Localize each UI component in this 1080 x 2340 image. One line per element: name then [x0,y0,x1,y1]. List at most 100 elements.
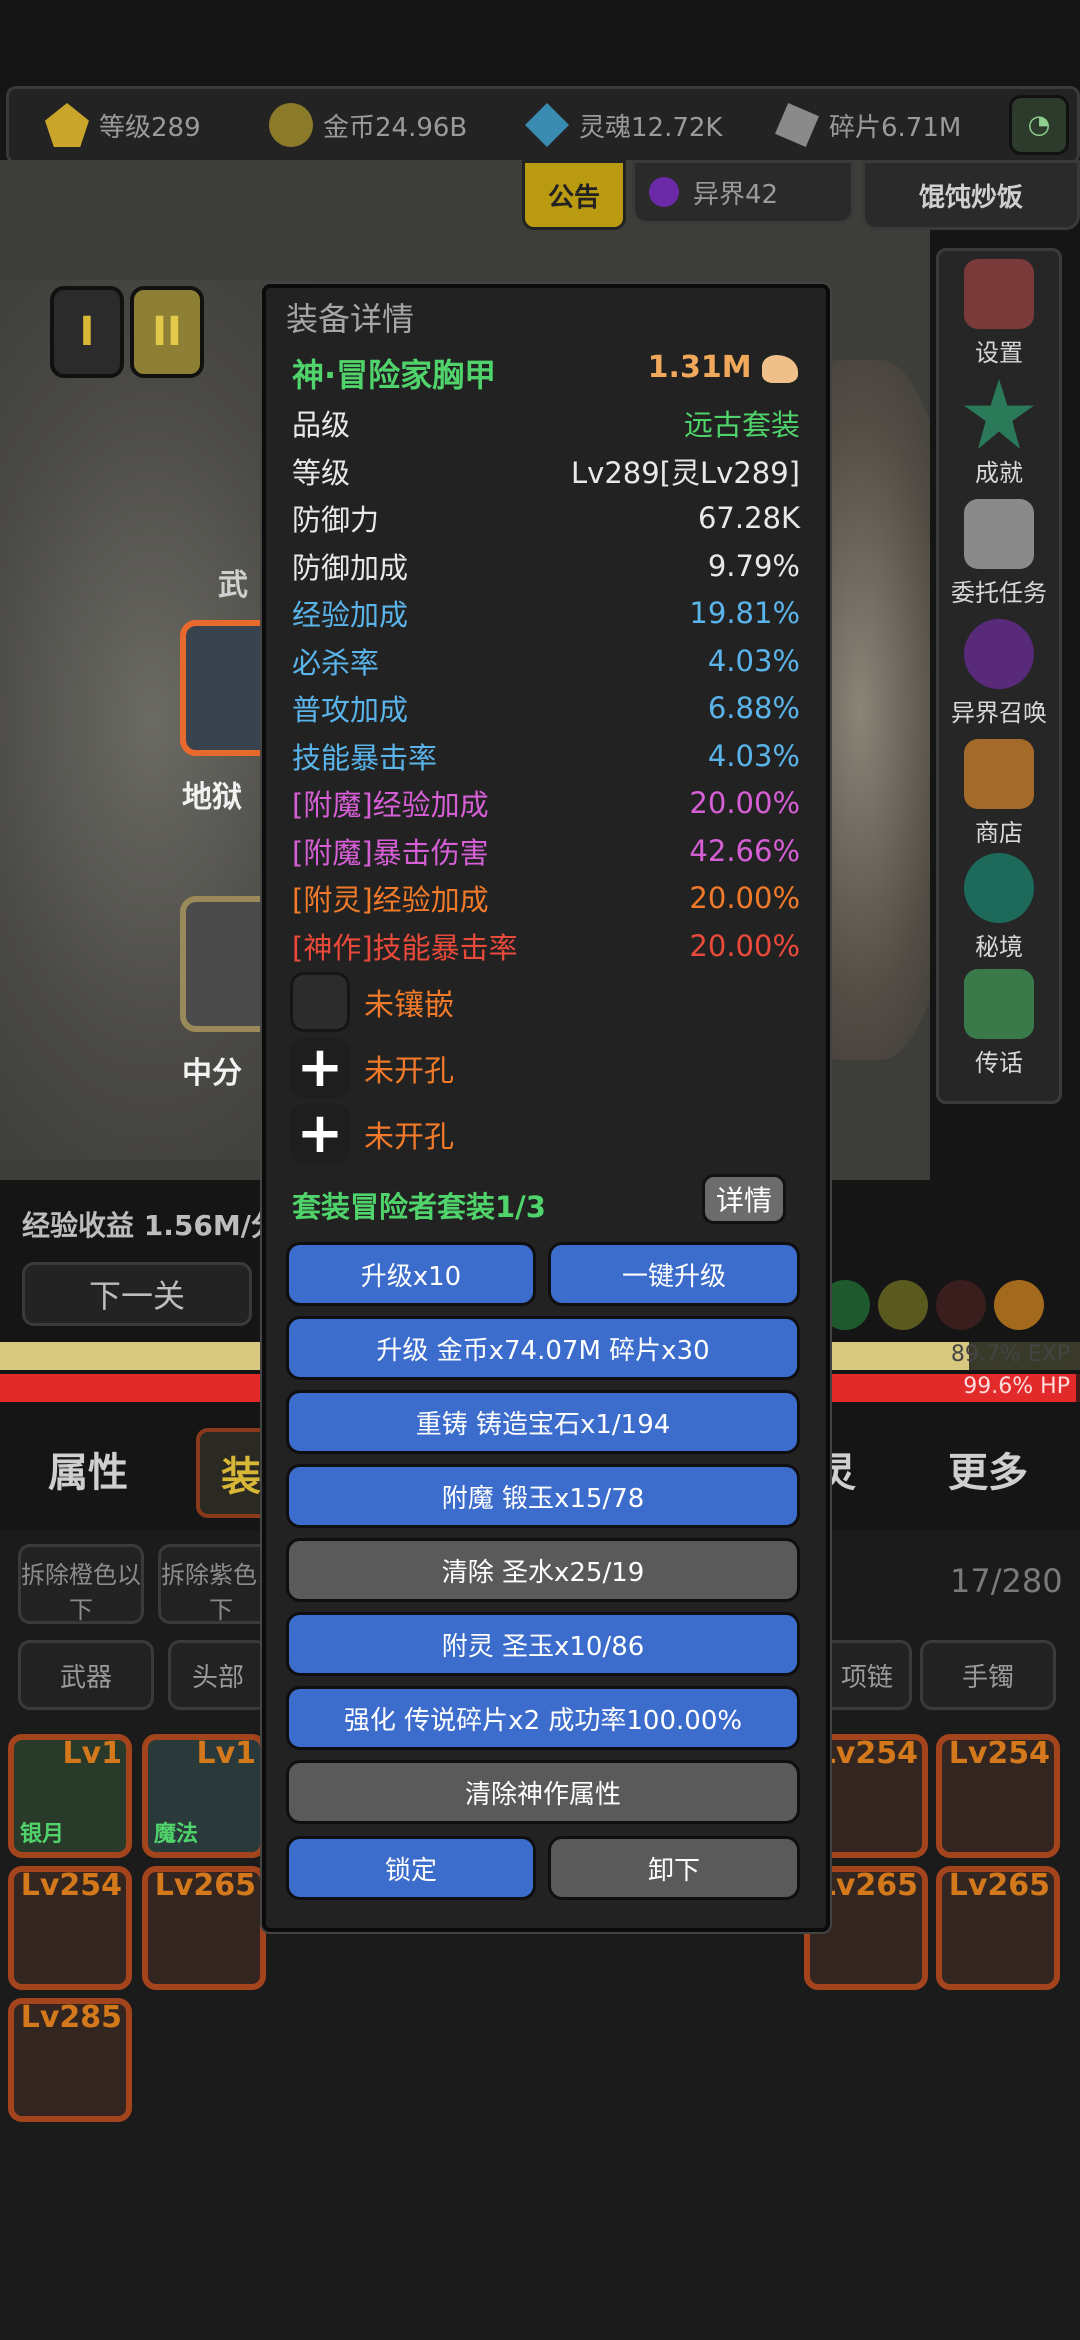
realm-icon [649,177,679,207]
inventory-item[interactable]: Lv265 [142,1866,266,1990]
soul-icon [525,103,569,147]
stat-label: 普攻加成 [292,693,409,727]
menu-quests[interactable]: 委托任务 [939,499,1059,608]
power-value: 1.31M [648,350,798,385]
crown-icon [45,103,89,147]
stat-value: 20.00% [689,928,800,963]
notice-tab[interactable]: 公告 [522,160,626,230]
menu-settings[interactable]: 设置 [939,259,1059,368]
stat-value: 20.00% [689,881,800,915]
strengthen-button[interactable]: 强化 传说碎片x2 成功率100.00% [286,1686,800,1750]
buff-icons [820,1280,1080,1334]
stat-label: 防御力 [292,503,380,537]
tab-attributes[interactable]: 属性 [48,1440,128,1498]
stat-row: 技能暴击率 4.03% [292,733,800,779]
realm-tab[interactable]: 异界42 [632,160,854,224]
upgrade-x10-button[interactable]: 升级x10 [286,1242,536,1306]
coin-icon [269,103,313,147]
stat-label: 技能暴击率 [292,740,438,775]
stat-label: 等级 [292,455,351,490]
dismantle-orange-button[interactable]: 拆除橙色以下 [18,1544,144,1624]
category-necklace[interactable]: 项链 [822,1640,912,1710]
shop-icon [964,739,1034,809]
stat-value: Lv289[灵Lv289] [571,455,800,490]
stat-label: [神作]技能暴击率 [292,930,518,965]
stat-value: 42.66% [689,833,800,868]
inventory-item[interactable]: Lv265 [936,1866,1060,1990]
equipment-name: 神·冒险家胸甲 [292,356,497,394]
shard-icon [775,103,819,147]
menu-summon[interactable]: 异界召唤 [939,619,1059,728]
stat-label: [附魔]暴击伤害 [292,835,489,870]
one-click-upgrade-button[interactable]: 一键升级 [548,1242,800,1306]
stat-value: 4.03% [707,643,800,678]
lock-button[interactable]: 锁定 [286,1836,536,1900]
page-2-button[interactable]: II [130,286,204,378]
inventory-item[interactable]: Lv254 [936,1734,1060,1858]
stat-label: 防御加成 [292,550,409,585]
inventory-item[interactable]: Lv254 [8,1866,132,1990]
stat-row: 防御力 67.28K [292,495,800,541]
buff-icon [994,1280,1044,1330]
stat-row: 等级 Lv289[灵Lv289] [292,448,800,494]
stat-value: 9.79% [707,548,800,583]
enchant-button[interactable]: 附魔 锻玉x15/78 [286,1464,800,1528]
stat-row: 防御加成 9.79% [292,543,800,589]
spirit-attach-button[interactable]: 附灵 圣玉x10/86 [286,1612,800,1676]
set-detail-button[interactable]: 详情 [702,1174,786,1224]
stat-row: 普攻加成 6.88% [292,685,800,731]
food-tab[interactable]: 馄饨炒饭 [862,160,1080,230]
speed-gauge-icon[interactable]: ◔ [1009,95,1069,155]
menu-achievement[interactable]: 成就 [939,379,1059,488]
muscle-icon [762,354,798,383]
next-stage-button[interactable]: 下一关 [22,1262,252,1326]
unequip-button[interactable]: 卸下 [548,1836,800,1900]
stat-row: [附灵]经验加成 20.00% [292,875,800,921]
clear-divine-button[interactable]: 清除神作属性 [286,1760,800,1824]
category-bracelet[interactable]: 手镯 [920,1640,1056,1710]
level-display: 等级289 [45,89,201,161]
page-1-button[interactable]: I [50,286,124,378]
menu-secret-realm[interactable]: 秘境 [939,853,1059,962]
gold-display: 金币24.96B [269,89,467,161]
stat-value: 远古套装 [683,408,800,442]
right-menu: 设置 成就 委托任务 异界召唤 商店 秘境 传话 [936,248,1062,1104]
inventory-item[interactable]: Lv1 魔法 [142,1734,266,1858]
recast-button[interactable]: 重铸 铸造宝石x1/194 [286,1390,800,1454]
modal-title: 装备详情 [286,300,415,338]
gem-slot-row[interactable]: + 未开孔 [290,1104,454,1164]
inventory-item[interactable]: Lv285 [8,1998,132,2122]
soul-display: 灵魂12.72K [525,89,722,161]
horn-icon [964,969,1034,1039]
inventory-count: 17/280 [950,1562,1063,1600]
stat-label: [附魔]经验加成 [292,788,489,822]
slot-label-1: 地狱 [182,780,242,815]
menu-broadcast[interactable]: 传话 [939,969,1059,1078]
category-weapon[interactable]: 武器 [18,1640,154,1710]
stat-row: [神作]技能暴击率 20.00% [292,923,800,969]
menu-shop[interactable]: 商店 [939,739,1059,848]
stat-label: 品级 [292,408,351,442]
gem-slot-row[interactable]: + 未开孔 [290,1038,454,1098]
stat-label: 必杀率 [292,645,380,680]
stat-row: [附魔]经验加成 20.00% [292,780,800,826]
stat-row: 必杀率 4.03% [292,638,800,684]
exp-income: 经验收益 1.56M/分 [22,1209,279,1242]
buff-icon [936,1280,986,1330]
tab-more[interactable]: 更多 [948,1440,1028,1498]
clear-button[interactable]: 清除 圣水x25/19 [286,1538,800,1602]
stat-label: 经验加成 [292,598,409,632]
plus-icon: + [290,1104,350,1164]
upgrade-cost-button[interactable]: 升级 金币x74.07M 碎片x30 [286,1316,800,1380]
stat-row: 经验加成 19.81% [292,590,800,636]
secret-realm-icon [964,853,1034,923]
resource-bar: 等级289 金币24.96B 灵魂12.72K 碎片6.71M ◔ [6,86,1080,164]
gear-icon [964,259,1034,329]
category-head[interactable]: 头部 [168,1640,268,1710]
stat-value: 20.00% [689,786,800,820]
buff-icon [878,1280,928,1330]
stat-value: 19.81% [689,596,800,630]
inventory-item[interactable]: Lv1 银月 [8,1734,132,1858]
gem-slot-row[interactable]: 未镶嵌 [290,972,454,1032]
stat-label: [附灵]经验加成 [292,883,489,917]
